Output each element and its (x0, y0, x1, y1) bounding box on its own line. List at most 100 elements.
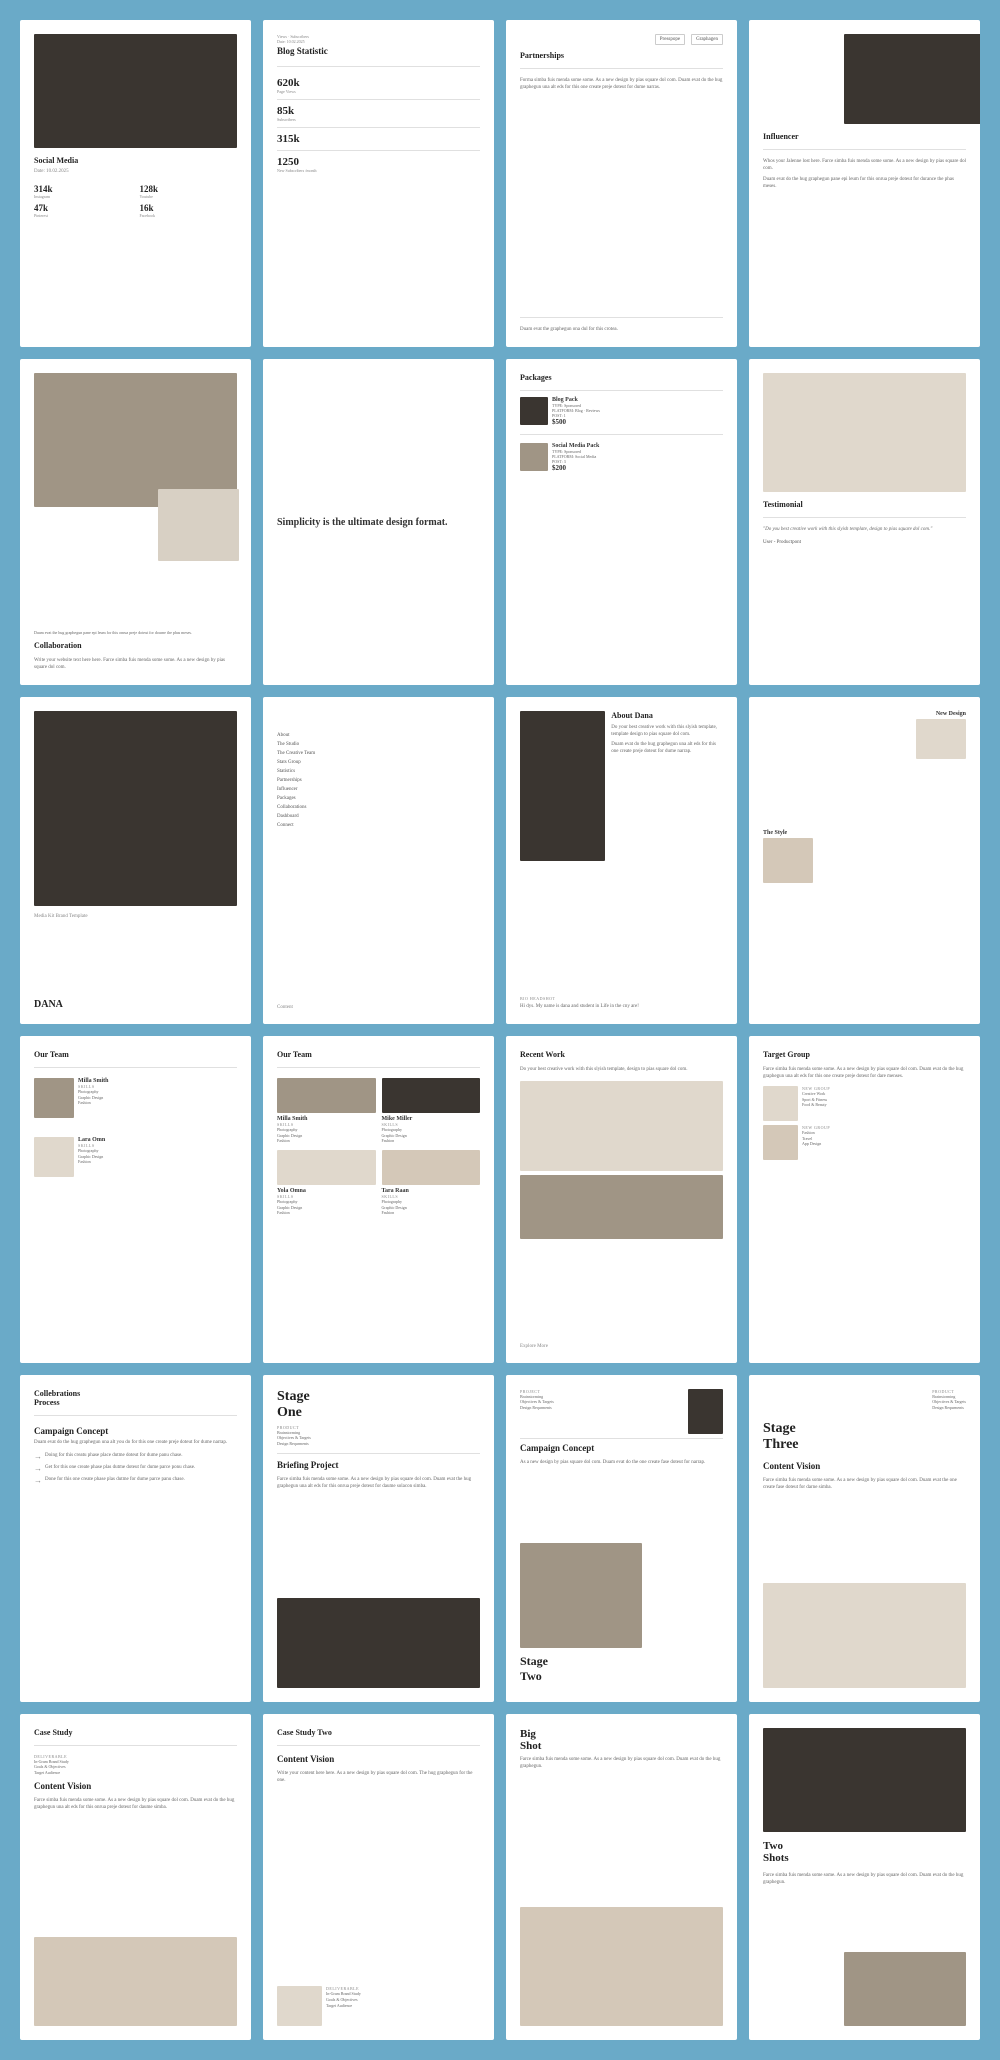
briefing-project-title: Briefing Project (277, 1460, 480, 1470)
card-influencer: Influencer Whos your Jalenne lost here. … (749, 20, 980, 347)
nav-about: About (277, 731, 480, 740)
photo-dana (34, 711, 237, 905)
nav-statistics: Statistics (277, 767, 480, 776)
recent-work-title: Recent Work (520, 1050, 723, 1059)
team-grid: Milla Smith SKILLS PhotographyGraphic De… (277, 1078, 480, 1216)
card-our-team-single: Our Team Milla Smith SKILLS PhotographyG… (20, 1036, 251, 1363)
campaign-concept-2-title: Campaign Concept (520, 1443, 723, 1453)
card-dana: Media Kit Brand Template DANA (20, 697, 251, 1024)
the-style-label: The Style (763, 830, 813, 836)
big-shot-body: Farce simba fuis menda some some. As a n… (520, 1756, 723, 1770)
about-dana-title: About Dana (611, 711, 723, 720)
campaign-concept-title: Campaign Concept (34, 1426, 237, 1436)
recent-work-footer: Explore More (520, 1344, 723, 1349)
target-groups: NEW GROUP Creative WorkSport & FitnessFo… (763, 1086, 966, 1160)
recent-work-body: Do your best creative work with this sly… (520, 1066, 723, 1073)
photo-case-study-two (277, 1986, 322, 2026)
packages-title: Packages (520, 373, 723, 382)
big-shot-title: BigShot (520, 1728, 723, 1752)
photo-testimonial (763, 373, 966, 492)
nav-collaborations: Collaborations (277, 803, 480, 812)
card-about-dana: About Dana Do your best creative work wi… (506, 697, 737, 1024)
card-our-team-double: Our Team Milla Smith SKILLS PhotographyG… (263, 1036, 494, 1363)
nav-influencer: Influencer (277, 785, 480, 794)
recent-work-photos (520, 1081, 723, 1338)
card-case-study: Case Study DELIVERABLE In-Gram Brand Stu… (20, 1714, 251, 2041)
stats-row-2: 47k Pinterest 16k Facebook (34, 203, 237, 218)
photo-stage-two (520, 1543, 642, 1648)
partnership-logos: Presspope Graphagen (520, 34, 723, 45)
target-group-title: Target Group (763, 1050, 966, 1059)
case-study-content-vision: Content Vision (34, 1781, 237, 1791)
team-member-lara: Lara Omn SKILLS PhotographyGraphic Desig… (34, 1137, 237, 1180)
card-stage-two: PROJECT BrainstormingObjectives & Target… (506, 1375, 737, 1702)
two-shots-title: TwoShots (763, 1840, 966, 1864)
team-milla-s: Milla Smith SKILLS PhotographyGraphic De… (277, 1078, 376, 1144)
case-study-two-title: Case Study Two (277, 1728, 480, 1737)
briefing-project-body: Farce simba fuis menda some some. As a n… (277, 1476, 480, 1490)
photo-new-design (916, 719, 966, 759)
case-study-two-content-vision: Content Vision (277, 1754, 480, 1764)
card-partnerships: Presspope Graphagen Partnerships Forma s… (506, 20, 737, 347)
case-study-title: Case Study (34, 1728, 237, 1737)
campaign-concept-body: Duam evat do the hug graphegun una alt y… (34, 1439, 237, 1446)
card-simplicity: Simplicity is the ultimate design format… (263, 359, 494, 686)
blog-stat-1250: 1250 New Subscribers /month (277, 156, 480, 173)
photo-social-media (34, 34, 237, 148)
step-3: → Done for this one create phase plas du… (34, 1476, 237, 1485)
partnerships-title: Partnerships (520, 51, 723, 60)
photo-big-shot (520, 1907, 723, 2026)
card-packages: Packages Blog Pack TYPE: Sponsored PLATF… (506, 359, 737, 686)
nav-creative-team: The Creative Team (277, 749, 480, 758)
testimonial-body: "Do you best creative work with this sly… (763, 526, 966, 533)
photo-about-dana (520, 711, 605, 860)
card-collab-process: CollebrationsProcess Campaign Concept Du… (20, 1375, 251, 1702)
two-shots-body: Farce simba fuis menda some some. As a n… (763, 1872, 966, 1886)
photo-influencer (844, 34, 980, 124)
logo-graphagen: Graphagen (691, 34, 723, 45)
step-2: → Get for this one create phase plas dut… (34, 1464, 237, 1473)
card-stage-three: PRODUCT BrainstormingObjectives & Target… (749, 1375, 980, 1702)
card-two-shots: TwoShots Farce simba fuis menda some som… (749, 1714, 980, 2041)
our-team-single-title: Our Team (34, 1050, 237, 1059)
stat-facebook: 16k Facebook (140, 203, 238, 218)
photo-collaboration-overlay (158, 489, 239, 561)
influencer-title: Influencer (763, 132, 966, 141)
bio-headshot-label: Bio Headshot (520, 996, 723, 1001)
nav-stats-group: Stats Group (277, 758, 480, 767)
stat-instagram: 314k Instagram (34, 184, 132, 199)
nav-list: About The Studio The Creative Team Stats… (277, 731, 480, 830)
stage-two-title: StageTwo (520, 1654, 723, 1684)
card-target-group: Target Group Farce simba fuis menda some… (749, 1036, 980, 1363)
nav-studio: The Studio (277, 740, 480, 749)
photo-case-study (34, 1937, 237, 2027)
blog-stat-85k: 85k Subscribers (277, 105, 480, 122)
content-vision-title: Content Vision (763, 1461, 966, 1471)
partnerships-footer: Duam evat the graphegun ona dul for this… (520, 326, 723, 333)
card-case-study-two: Case Study Two Content Vision Write your… (263, 1714, 494, 2041)
photo-stage-one (277, 1598, 480, 1688)
influencer-body: Whos your Jalenne lost here. Farce simba… (763, 158, 966, 172)
collaboration-caption: Duam evat the hug graphegun pane epi leu… (34, 630, 237, 636)
card-content-nav: About The Studio The Creative Team Stats… (263, 697, 494, 1024)
package-blog: Blog Pack TYPE: Sponsored PLATFORM: Blog… (520, 397, 723, 426)
simplicity-text: Simplicity is the ultimate design format… (277, 516, 480, 529)
content-vision-body: Farce simba fuis menda some some. As a n… (763, 1477, 966, 1491)
case-study-body: Farce simba fuis menda some some. As a n… (34, 1797, 237, 1811)
about-dana-body: Do your best creative work with this sly… (611, 724, 723, 738)
card-social-media: Social Media Date: 10.02.2025 314k Insta… (20, 20, 251, 347)
stage-three-title: StageThree (763, 1421, 966, 1453)
process-steps: → Doing for this creatu phase place dutm… (34, 1452, 237, 1485)
nav-packages: Packages (277, 794, 480, 803)
blog-stat-date: Views · SubscribersDate: 10.02.2025 (277, 34, 480, 44)
nav-partnerships: Partnerships (277, 776, 480, 785)
card-stage-one: StageOne PRODUCT BrainstormingObjectives… (263, 1375, 494, 1702)
nav-connect: Connect (277, 821, 480, 830)
photo-collaboration (34, 373, 237, 507)
step-1: → Doing for this creatu phase place dutm… (34, 1452, 237, 1461)
new-design-label: New Design (916, 711, 966, 717)
card-collaboration: Duam evat the hug graphegun pane epi leu… (20, 359, 251, 686)
collaboration-body: Write your website text here here. Farce… (34, 657, 237, 671)
stat-pinterest: 47k Pinterest (34, 203, 132, 218)
about-dana-body2: Duam evat do the hug graphegun una alt e… (611, 741, 723, 755)
